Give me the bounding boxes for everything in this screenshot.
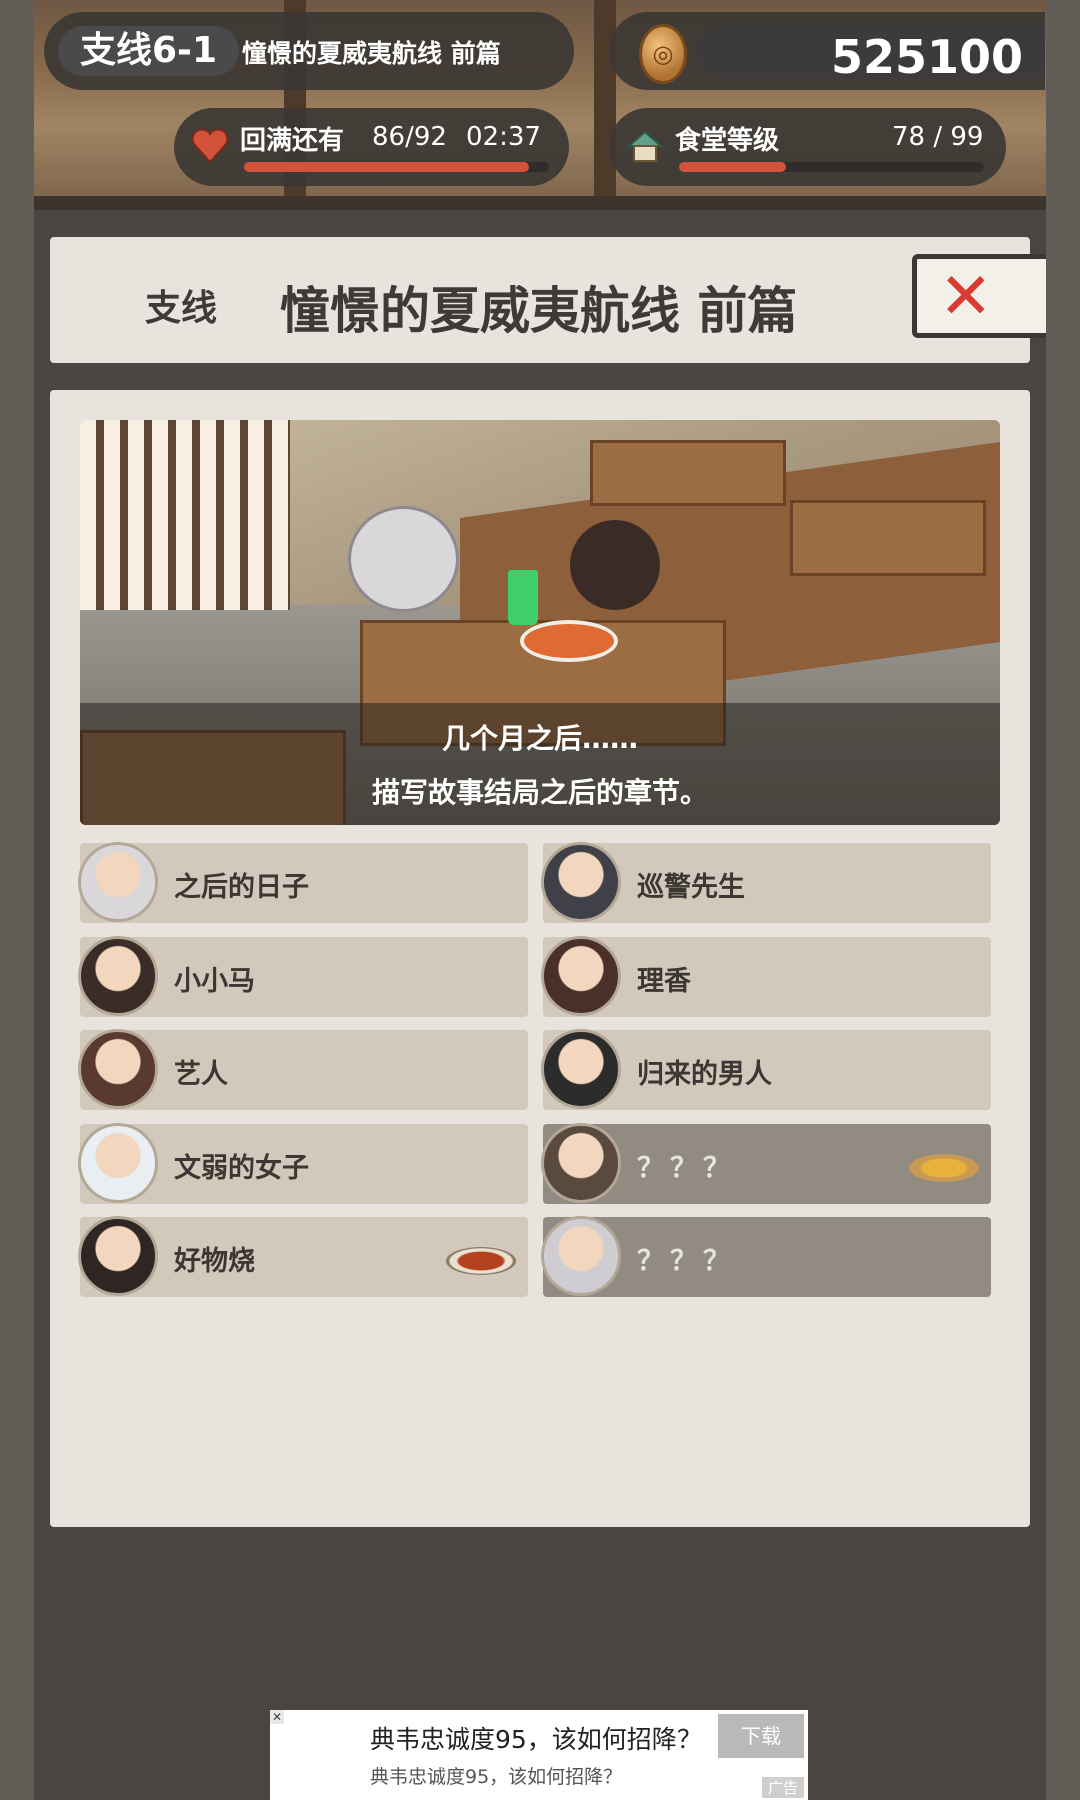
scene-table — [790, 500, 986, 576]
shop-level-pill[interactable]: 食堂等级 78 / 99 — [609, 108, 1006, 186]
hat-lady-avatar — [78, 1122, 158, 1203]
shop-bar — [679, 162, 984, 172]
hud-floor — [34, 196, 1046, 210]
ad-tag: 广告 — [761, 1777, 804, 1798]
title-main: 憧憬的夏威夷航线 前篇 — [280, 282, 798, 340]
chapter-scene: 几个月之后…… 描写故事结局之后的章节。 — [80, 420, 1000, 825]
left-border — [0, 0, 34, 1800]
ad-title: 典韦忠诚度95，该如何招降？ — [370, 1725, 702, 1754]
story-item[interactable]: ？？？ — [541, 1216, 991, 1297]
close-icon: ✕ — [939, 260, 993, 334]
scene-table — [590, 440, 786, 506]
story-item-label: 归来的男人 — [637, 1059, 772, 1090]
coin-icon: ◎ — [639, 24, 687, 84]
house-icon — [626, 130, 664, 162]
stamina-label: 回满还有 — [240, 126, 345, 156]
stamina-value: 86/92 — [372, 122, 447, 152]
chapter-title: 憧憬的夏威夷航线 前篇 — [242, 39, 501, 68]
granny-avatar — [541, 1216, 621, 1296]
sunglasses-man-avatar — [541, 1029, 621, 1109]
napolitan-dish — [520, 620, 618, 662]
fried-food-icon — [909, 1153, 979, 1182]
chapter-pill: 支线6-1 憧憬的夏威夷航线 前篇 — [44, 12, 574, 90]
policeman-avatar — [541, 842, 621, 922]
caption-line2: 描写故事结局之后的章节。 — [371, 776, 708, 809]
story-item-label: 好物烧 — [174, 1246, 255, 1277]
story-item-label: ？？？ — [637, 1246, 736, 1277]
story-item[interactable]: 艺人 — [78, 1029, 528, 1110]
ad-banner[interactable]: ✕ 典韦忠诚度95，该如何招降？ 典韦忠诚度95，该如何招降？ 下载 广告 — [270, 1710, 808, 1800]
woman-avatar — [78, 1216, 158, 1296]
coin-box: 525100 — [697, 24, 1045, 84]
story-item-label: 之后的日子 — [174, 872, 309, 903]
shop-label: 食堂等级 — [675, 126, 780, 156]
stamina-bar-fill — [244, 162, 530, 172]
girl-avatar — [541, 935, 621, 1016]
story-item[interactable]: 文弱的女子 — [78, 1122, 528, 1204]
story-item[interactable]: 巡警先生 — [541, 842, 991, 923]
shop-bar-fill — [679, 162, 786, 172]
right-border — [1046, 0, 1080, 1800]
okonomiyaki-icon — [446, 1247, 516, 1275]
story-item[interactable]: 小小马 — [78, 935, 528, 1017]
ad-download-button[interactable]: 下载 — [718, 1714, 804, 1758]
caption-line1: 几个月之后…… — [441, 722, 638, 755]
ad-close-icon[interactable]: ✕ — [270, 1710, 284, 1724]
stamina-pill[interactable]: 回满还有 86/92 02:37 — [174, 108, 569, 186]
story-item-label: 小小马 — [174, 965, 255, 997]
story-item[interactable]: 理香 — [541, 935, 991, 1017]
granny-avatar — [78, 842, 158, 922]
boy-avatar — [78, 935, 158, 1016]
melon-soda — [508, 570, 538, 625]
scene-caption: 几个月之后…… 描写故事结局之后的章节。 — [80, 703, 1000, 825]
story-item-label: 巡警先生 — [637, 872, 745, 903]
story-item-label: 理香 — [637, 965, 691, 997]
story-item[interactable]: 好物烧 — [78, 1216, 528, 1297]
story-item[interactable]: 归来的男人 — [541, 1029, 991, 1110]
stamina-bar — [244, 162, 549, 172]
stamina-timer: 02:37 — [466, 122, 541, 152]
performer-avatar — [78, 1029, 158, 1109]
old-man-avatar — [541, 1122, 621, 1203]
story-item-label: ？？？ — [637, 1152, 736, 1184]
story-item-label: 艺人 — [174, 1059, 228, 1090]
granny-character — [348, 506, 459, 612]
title-tag: 支线 — [145, 288, 218, 329]
story-item[interactable]: ？？？ — [541, 1122, 991, 1204]
coin-value: 525100 — [830, 30, 1023, 84]
story-item-label: 文弱的女子 — [174, 1152, 309, 1184]
story-item[interactable]: 之后的日子 — [78, 842, 528, 923]
shoji-window — [80, 420, 290, 610]
top-hud: 支线6-1 憧憬的夏威夷航线 前篇 ◎ 525100 回满还有 86/92 02… — [34, 0, 1046, 210]
heart-icon — [191, 128, 229, 164]
girl-character — [570, 520, 660, 610]
coin-pill[interactable]: ◎ 525100 — [609, 12, 1045, 90]
shop-level: 78 / 99 — [892, 122, 984, 152]
close-button[interactable]: ✕ — [912, 254, 1046, 338]
ad-subtitle: 典韦忠诚度95，该如何招降？ — [370, 1766, 623, 1788]
title-banner: 支线 憧憬的夏威夷航线 前篇 — [50, 237, 1030, 363]
chapter-tag: 支线6-1 — [58, 26, 240, 76]
